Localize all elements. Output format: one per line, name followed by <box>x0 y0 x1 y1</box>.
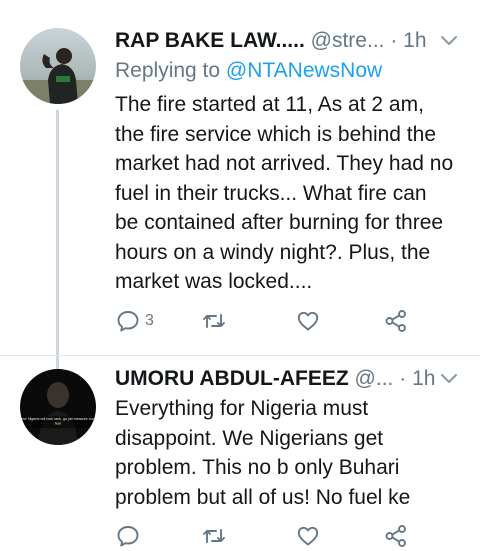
tweet-text-line: market had not arrived. They had no <box>115 152 454 175</box>
like-icon <box>297 311 319 331</box>
tweet-header: RAP BAKE LAW..... @stre... · 1h <box>115 27 466 55</box>
share-icon <box>385 525 406 547</box>
retweet-button[interactable] <box>201 306 227 336</box>
chevron-down-icon[interactable] <box>438 367 460 389</box>
tweet-text: The fire started at 11, As at 2 am, the … <box>115 90 466 297</box>
tweet-text-line: hours on a windy night?. Plus, the <box>115 240 431 264</box>
timestamp[interactable]: 1h <box>412 367 435 390</box>
tweet-text-line: The fire started at 11, As at 2 am, <box>115 93 424 116</box>
thread-line <box>56 110 59 370</box>
action-bar <box>115 521 415 551</box>
avatar[interactable] <box>20 28 96 104</box>
replying-to-label: Replying to <box>115 59 221 82</box>
retweet-icon <box>203 529 225 543</box>
svg-text:fear: fear <box>55 422 62 426</box>
tweet-text-line: be contained after burning for three <box>115 211 444 234</box>
separator-dot: · <box>399 367 407 390</box>
mention-link[interactable]: @NTANewsNow <box>226 59 382 82</box>
tweet-header: UMORU ABDUL-AFEEZ @... · 1h <box>115 365 466 393</box>
retweet-button[interactable] <box>201 521 227 551</box>
tweet-text-line: problem but all of us! No fuel ke <box>115 485 411 509</box>
avatar-photo <box>20 28 96 104</box>
tweet-text-line: disappoint. We Nigerians get <box>115 426 384 450</box>
chevron-down-icon[interactable] <box>438 29 460 51</box>
separator-dot: · <box>390 29 398 52</box>
share-button[interactable] <box>383 521 409 551</box>
tweet[interactable]: RAP BAKE LAW..... @stre... · 1h Replying… <box>0 0 480 370</box>
share-icon <box>385 310 406 332</box>
avatar[interactable]: Protest: Nigeria will now rank, go yet m… <box>20 369 96 445</box>
reply-icon <box>117 526 139 547</box>
avatar-photo: Protest: Nigeria will now rank, go yet m… <box>20 369 96 445</box>
tweet-text-line: the fire service which is behind the <box>115 122 436 146</box>
tweet-text-line: market was locked.... <box>115 270 313 293</box>
timestamp[interactable]: 1h <box>403 29 426 52</box>
tweet-text-line: fuel in their trucks... What fire can <box>115 181 427 205</box>
author-handle[interactable]: @... <box>355 367 394 390</box>
tweet-text: Everything for Nigeria must disappoint. … <box>115 394 466 512</box>
reply-button[interactable] <box>115 521 141 551</box>
tweet-text-line: Everything for Nigeria must <box>115 397 369 420</box>
like-icon <box>297 526 319 546</box>
reply-button[interactable]: 3 <box>115 306 154 336</box>
replying-to: Replying to @NTANewsNow <box>115 57 382 85</box>
action-bar: 3 <box>115 306 415 336</box>
tweet[interactable]: Protest: Nigeria will now rank, go yet m… <box>0 356 480 547</box>
like-button[interactable] <box>295 306 321 336</box>
svg-text:Protest: Nigeria will now rank: Protest: Nigeria will now rank, go yet m… <box>20 417 96 421</box>
tweet-text-line: problem. This no b only Buhari <box>115 456 400 479</box>
retweet-icon <box>203 314 225 328</box>
author-name[interactable]: RAP BAKE LAW..... <box>115 29 305 52</box>
reply-count: 3 <box>145 312 154 329</box>
like-button[interactable] <box>295 521 321 551</box>
reply-icon <box>117 311 139 332</box>
author-handle[interactable]: @stre... <box>311 29 385 52</box>
share-button[interactable] <box>383 306 409 336</box>
author-name[interactable]: UMORU ABDUL-AFEEZ <box>115 367 349 390</box>
